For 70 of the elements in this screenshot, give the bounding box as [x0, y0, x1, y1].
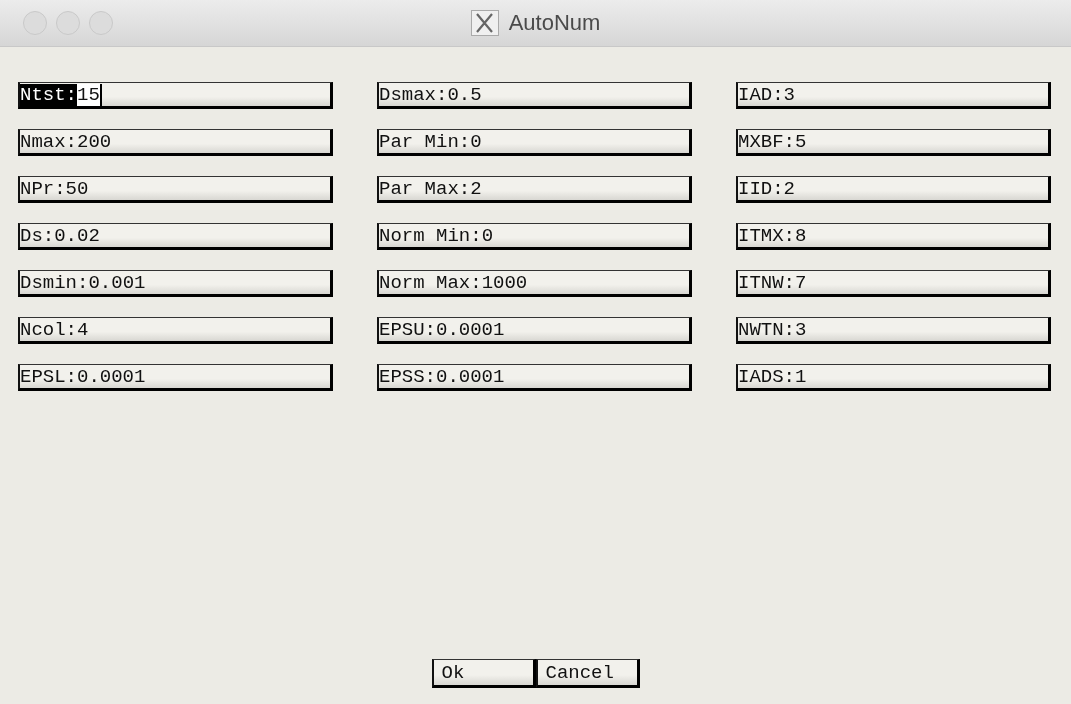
field-value: 1: [795, 365, 807, 388]
field-label: IID:: [738, 177, 784, 200]
input-field[interactable]: ITNW:7: [736, 270, 1051, 297]
field-value: 3: [795, 318, 807, 341]
input-field[interactable]: NPr:50: [18, 176, 333, 203]
field-value: 0: [470, 130, 482, 153]
field-label: Ncol:: [20, 318, 77, 341]
field-value: 5: [795, 130, 807, 153]
field-label: ITMX:: [738, 224, 795, 247]
field-label: IADS:: [738, 365, 795, 388]
field-value: 2: [470, 177, 482, 200]
input-field[interactable]: Ncol:4: [18, 317, 333, 344]
field-label: Dsmin:: [20, 271, 89, 294]
field-value: 0.0001: [77, 365, 146, 388]
input-field[interactable]: Dsmin:0.001: [18, 270, 333, 297]
field-value: 0.001: [88, 271, 146, 294]
field-value: 0.0001: [436, 318, 505, 341]
field-value: 50: [65, 177, 89, 200]
input-field[interactable]: Par Min:0: [377, 129, 692, 156]
dialog-button[interactable]: Cancel: [535, 659, 640, 688]
input-field[interactable]: Dsmax:0.5: [377, 82, 692, 109]
field-label: Par Min:: [379, 130, 471, 153]
field-label: Par Max:: [379, 177, 471, 200]
input-field[interactable]: Ntst:15: [18, 82, 333, 109]
field-value: 3: [783, 83, 795, 106]
x-logo-icon: [470, 10, 499, 36]
field-label: Ds:: [20, 224, 55, 247]
input-field[interactable]: Par Max:2: [377, 176, 692, 203]
input-field[interactable]: MXBF:5: [736, 129, 1051, 156]
field-label: Norm Min:: [379, 224, 482, 247]
field-label: EPSL:: [20, 365, 77, 388]
field-label: Norm Max:: [379, 271, 482, 294]
field-value: 0.02: [54, 224, 100, 247]
input-field[interactable]: IID:2: [736, 176, 1051, 203]
field-value: 0.5: [447, 83, 482, 106]
minimize-button[interactable]: [56, 11, 80, 35]
input-field[interactable]: NWTN:3: [736, 317, 1051, 344]
input-field[interactable]: Norm Min:0: [377, 223, 692, 250]
input-field[interactable]: ITMX:8: [736, 223, 1051, 250]
close-button[interactable]: [23, 11, 47, 35]
field-label: MXBF:: [738, 130, 795, 153]
field-value: 8: [795, 224, 807, 247]
window-title: AutoNum: [508, 10, 601, 36]
input-field[interactable]: IAD:3: [736, 82, 1051, 109]
field-label: EPSU:: [379, 318, 436, 341]
field-label: Ntst:: [20, 83, 77, 106]
field-label: NPr:: [20, 177, 66, 200]
field-value: 1000: [481, 271, 528, 294]
input-field[interactable]: Ds:0.02: [18, 223, 333, 250]
field-label: ITNW:: [738, 271, 795, 294]
field-label: Dsmax:: [379, 83, 448, 106]
field-label: NWTN:: [738, 318, 795, 341]
field-value: 0.0001: [436, 365, 505, 388]
field-value: 4: [77, 318, 89, 341]
field-label: IAD:: [738, 83, 784, 106]
input-field[interactable]: EPSS:0.0001: [377, 364, 692, 391]
field-value: 7: [795, 271, 807, 294]
field-value: 2: [783, 177, 795, 200]
dialog-button[interactable]: Ok: [431, 659, 536, 688]
field-value: 200: [77, 130, 112, 153]
field-label: EPSS:: [379, 365, 436, 388]
input-field[interactable]: EPSU:0.0001: [377, 317, 692, 344]
zoom-button[interactable]: [89, 11, 113, 35]
field-value: 0: [481, 224, 494, 247]
input-field[interactable]: Nmax:200: [18, 129, 333, 156]
field-value: 15: [77, 83, 102, 106]
input-field[interactable]: IADS:1: [736, 364, 1051, 391]
field-label: Nmax:: [20, 130, 77, 153]
input-field[interactable]: Norm Max:1000: [377, 270, 692, 297]
input-field[interactable]: EPSL:0.0001: [18, 364, 333, 391]
